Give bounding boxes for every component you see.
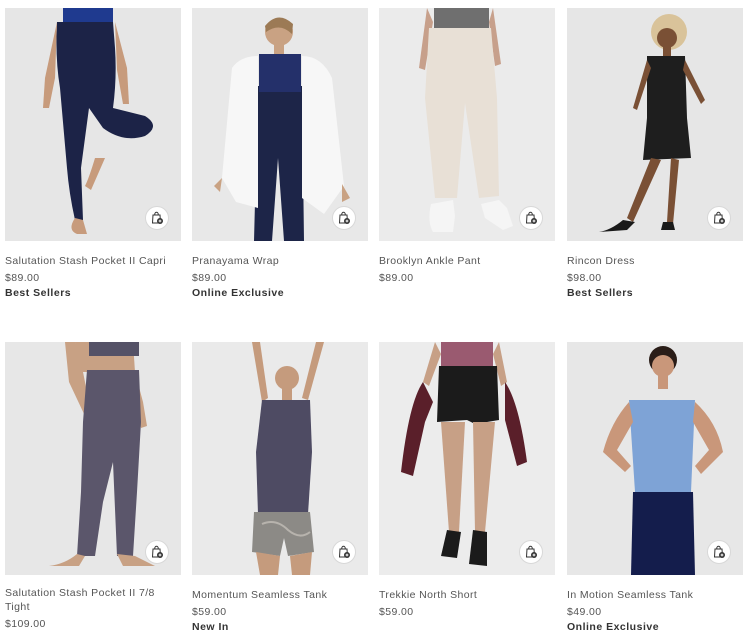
product-price: $98.00 xyxy=(567,272,602,284)
add-to-bag-button[interactable] xyxy=(145,540,169,564)
shopping-bag-plus-icon xyxy=(713,211,725,224)
product-card[interactable]: Momentum Seamless Tank $59.00 New In xyxy=(192,342,368,633)
product-grid: Salutation Stash Pocket II Capri $89.00 … xyxy=(0,0,750,634)
add-to-bag-button[interactable] xyxy=(332,206,356,230)
product-image[interactable] xyxy=(192,342,368,575)
product-price: $49.00 xyxy=(567,606,602,618)
shopping-bag-plus-icon xyxy=(525,545,537,558)
product-name[interactable]: Brooklyn Ankle Pant xyxy=(379,254,555,268)
product-badge: Online Exclusive xyxy=(567,621,660,633)
add-to-bag-button[interactable] xyxy=(707,206,731,230)
product-badge: Best Sellers xyxy=(567,287,634,299)
product-name[interactable]: Pranayama Wrap xyxy=(192,254,368,268)
add-to-bag-button[interactable] xyxy=(145,206,169,230)
shopping-bag-plus-icon xyxy=(151,545,163,558)
product-image[interactable] xyxy=(567,8,743,241)
product-card[interactable]: Salutation Stash Pocket II Capri $89.00 … xyxy=(5,8,181,299)
shopping-bag-plus-icon xyxy=(338,211,350,224)
product-card[interactable]: In Motion Seamless Tank $49.00 Online Ex… xyxy=(567,342,743,633)
product-image[interactable] xyxy=(567,342,743,575)
product-price: $89.00 xyxy=(5,272,40,284)
add-to-bag-button[interactable] xyxy=(519,206,543,230)
product-card[interactable]: Brooklyn Ankle Pant $89.00 xyxy=(379,8,555,287)
product-image[interactable] xyxy=(192,8,368,241)
product-price: $109.00 xyxy=(5,618,46,630)
add-to-bag-button[interactable] xyxy=(707,540,731,564)
product-card[interactable]: Salutation Stash Pocket II 7/8 Tight $10… xyxy=(5,342,181,630)
shopping-bag-plus-icon xyxy=(713,545,725,558)
product-card[interactable]: Pranayama Wrap $89.00 Online Exclusive xyxy=(192,8,368,299)
product-badge: New In xyxy=(192,621,229,633)
product-price: $59.00 xyxy=(192,606,227,618)
product-image[interactable] xyxy=(5,342,181,575)
shopping-bag-plus-icon xyxy=(338,545,350,558)
product-badge: Best Sellers xyxy=(5,287,72,299)
product-name[interactable]: Salutation Stash Pocket II Capri xyxy=(5,254,181,268)
product-card[interactable]: Rincon Dress $98.00 Best Sellers xyxy=(567,8,743,299)
product-image[interactable] xyxy=(379,8,555,241)
add-to-bag-button[interactable] xyxy=(332,540,356,564)
product-name[interactable]: In Motion Seamless Tank xyxy=(567,588,743,602)
product-price: $89.00 xyxy=(192,272,227,284)
product-card[interactable]: Trekkie North Short $59.00 xyxy=(379,342,555,618)
product-name[interactable]: Momentum Seamless Tank xyxy=(192,588,368,602)
add-to-bag-button[interactable] xyxy=(519,540,543,564)
product-badge: Online Exclusive xyxy=(192,287,285,299)
product-image[interactable] xyxy=(5,8,181,241)
shopping-bag-plus-icon xyxy=(525,211,537,224)
product-name[interactable]: Trekkie North Short xyxy=(379,588,555,602)
shopping-bag-plus-icon xyxy=(151,211,163,224)
product-price: $89.00 xyxy=(379,272,414,284)
product-price: $59.00 xyxy=(379,606,414,618)
product-name[interactable]: Salutation Stash Pocket II 7/8 Tight xyxy=(5,586,181,614)
product-name[interactable]: Rincon Dress xyxy=(567,254,743,268)
product-image[interactable] xyxy=(379,342,555,575)
